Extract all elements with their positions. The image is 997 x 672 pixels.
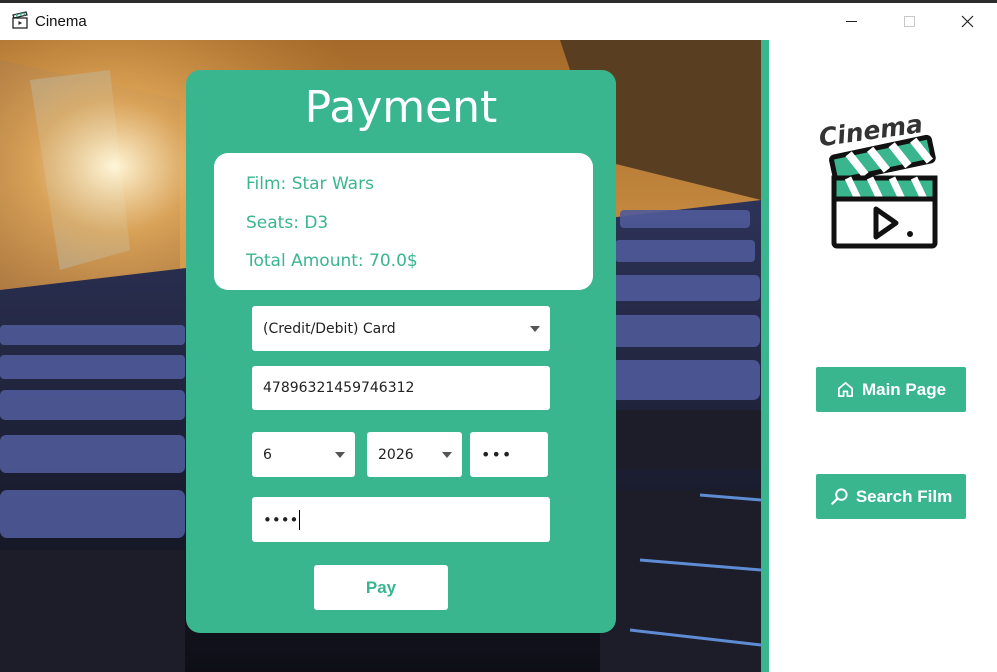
payment-card: Payment Film: Star Wars Seats: D3 Total …	[186, 70, 616, 633]
clapperboard-icon	[12, 11, 28, 29]
cvv-input[interactable]: •••	[470, 432, 548, 477]
home-icon	[837, 381, 853, 398]
chevron-down-icon	[442, 451, 452, 458]
pay-button[interactable]: Pay	[314, 565, 448, 610]
search-icon	[831, 488, 848, 505]
maximize-button[interactable]	[880, 3, 938, 40]
card-number-input[interactable]: 47896321459746312	[252, 366, 550, 410]
title-bar: Cinema	[0, 0, 997, 40]
minimize-icon	[845, 21, 857, 22]
cinema-window: Cinema Payment Film: Star Wars Seats: D3…	[0, 0, 997, 672]
film-value: Star Wars	[291, 174, 374, 194]
pin-input[interactable]: ••••	[252, 497, 550, 542]
expiry-month-select[interactable]: 6	[252, 432, 355, 477]
window-title: Cinema	[35, 13, 87, 30]
expiry-year-value: 2026	[378, 446, 414, 463]
panel-divider	[761, 40, 769, 672]
card-number-value: 47896321459746312	[263, 380, 415, 396]
maximize-icon	[903, 16, 915, 27]
expiry-year-select[interactable]: 2026	[367, 432, 462, 477]
payment-method-select[interactable]: (Credit/Debit) Card	[252, 306, 550, 351]
expiry-month-value: 6	[263, 446, 272, 463]
pin-value: ••••	[263, 510, 299, 529]
search-film-button[interactable]: Search Film	[816, 474, 966, 519]
total-label: Total Amount:	[246, 251, 364, 271]
chevron-down-icon	[530, 325, 540, 332]
text-cursor	[299, 509, 301, 530]
close-button[interactable]	[938, 3, 996, 40]
seats-value: D3	[304, 213, 329, 233]
cvv-value: •••	[481, 445, 513, 464]
seats-info: Seats: D3	[246, 213, 328, 233]
total-value: 70.0$	[369, 251, 418, 271]
film-label: Film:	[246, 174, 287, 194]
chevron-down-icon	[335, 451, 345, 458]
payment-method-value: (Credit/Debit) Card	[263, 320, 396, 337]
order-summary: Film: Star Wars Seats: D3 Total Amount: …	[214, 153, 593, 290]
seats-label: Seats:	[246, 213, 299, 233]
cinema-logo: Cinema	[817, 109, 938, 249]
film-info: Film: Star Wars	[246, 174, 374, 194]
main-page-button[interactable]: Main Page	[816, 367, 966, 412]
main-page-label: Main Page	[861, 379, 947, 399]
total-info: Total Amount: 70.0$	[246, 251, 418, 271]
close-icon	[961, 15, 973, 28]
minimize-button[interactable]	[822, 3, 880, 40]
search-film-label: Search Film	[855, 486, 953, 506]
payment-title: Payment	[304, 82, 498, 133]
